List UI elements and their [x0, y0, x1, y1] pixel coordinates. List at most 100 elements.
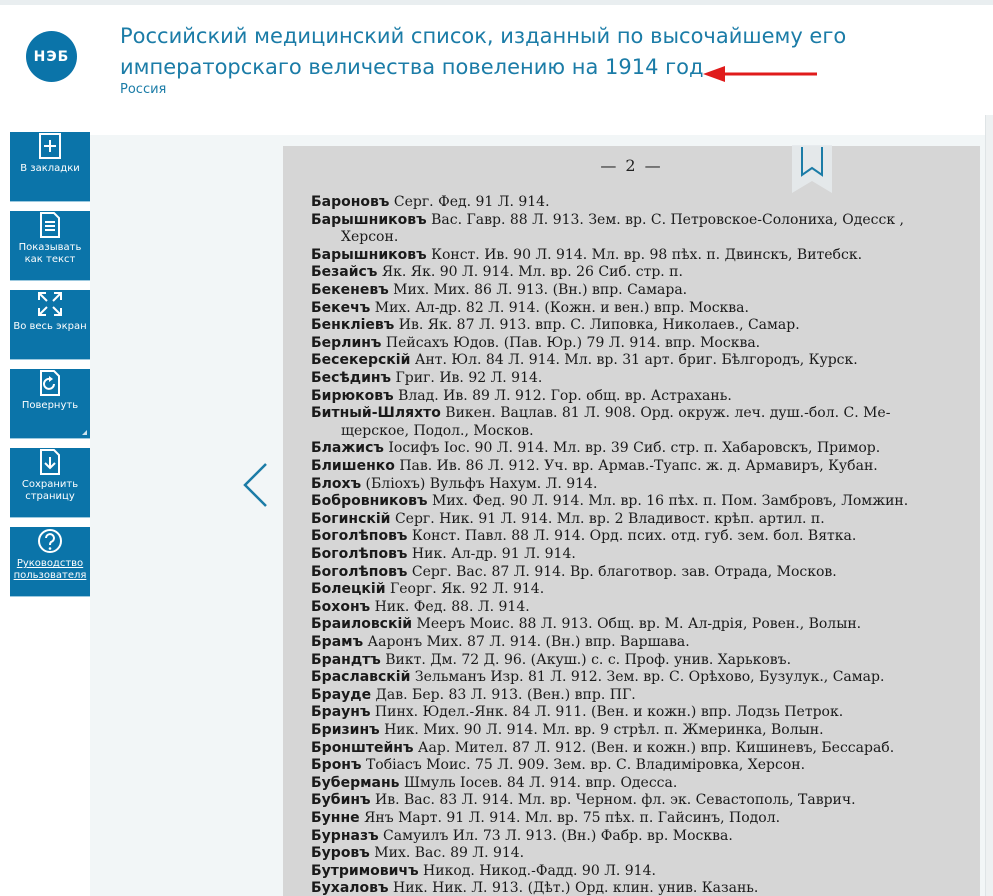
- entry-details: Влад. Ив. 89 Л. 912. Гор. общ. вр. Астра…: [393, 387, 732, 404]
- entry-surname: Бубермань: [311, 774, 400, 791]
- entry-details: Дав. Бер. 83 Л. 913. (Вен.) впр. ПГ.: [371, 686, 636, 703]
- page-bookmark-icon[interactable]: [792, 145, 832, 193]
- list-entry: Боголѣповъ Серг. Вас. 87 Л. 914. Вр. бла…: [311, 564, 837, 582]
- entry-surname: Богинскiй: [311, 510, 391, 527]
- entry-details: Самуилъ Ил. 73 Л. 913. (Вн.) Фабр. вр. М…: [378, 827, 733, 844]
- entry-surname: Брамъ: [311, 634, 364, 650]
- rotate-label: Повернуть: [21, 400, 79, 411]
- entry-details: Пейсахъ Юдов. (Пав. Юр.) 79 Л. 914. впр.…: [381, 334, 761, 351]
- user-guide-label[interactable]: Руководство пользователя: [10, 558, 90, 582]
- entry-surname: Бубинъ: [311, 792, 371, 809]
- entry-details: Серг. Фед. 91 Л. 914.: [389, 194, 550, 210]
- entry-details: Ант. Юл. 84 Л. 914. Мл. вр. 31 арт. бриг…: [410, 352, 858, 369]
- entry-surname: Бесекерскiй: [311, 352, 411, 369]
- entry-details: Ник. Фед. 88. Л. 914.: [370, 598, 530, 615]
- entry-surname: Бенклiевъ: [311, 317, 395, 334]
- bookmark-button[interactable]: В закладки: [10, 132, 90, 202]
- list-entry: Бурназъ Самуилъ Ил. 73 Л. 913. (Вн.) Фаб…: [311, 828, 733, 846]
- entry-surname: Берлинъ: [311, 334, 382, 351]
- entry-details: Iосифъ Iос. 90 Л. 914. Мл. вр. 39 Сиб. с…: [383, 440, 881, 457]
- list-entry: Блажисъ Iосифъ Iос. 90 Л. 914. Мл. вр. 3…: [311, 440, 880, 458]
- save-page-button[interactable]: Сохранить страницу: [10, 448, 90, 518]
- neb-logo[interactable]: НЭБ: [26, 31, 77, 82]
- list-entry: Бубинъ Ив. Вас. 83 Л. 914. Мл. вр. Черно…: [311, 792, 856, 810]
- entry-surname: Бекеневъ: [311, 282, 389, 298]
- rotate-button[interactable]: Повернуть: [10, 369, 90, 439]
- list-entry: Болецкiй Георг. Як. 92 Л. 914.: [311, 581, 544, 599]
- list-entry: Бесѣдинъ Григ. Ив. 92 Л. 914.: [311, 370, 542, 388]
- list-entry: Бенклiевъ Ив. Як. 87 Л. 913. впр. С. Лип…: [311, 317, 800, 335]
- entry-surname: Бронъ: [311, 757, 362, 774]
- entry-details: Григ. Ив. 92 Л. 914.: [391, 370, 543, 386]
- rotate-icon: [40, 370, 60, 396]
- viewer-scrollbar[interactable]: [985, 115, 993, 896]
- list-entry: Боголѣповъ Ник. Ал-др. 91 Л. 914.: [311, 546, 576, 564]
- bookmark-label: В закладки: [20, 163, 80, 174]
- list-entry: Берлинъ Пейсахъ Юдов. (Пав. Юр.) 79 Л. 9…: [311, 335, 760, 353]
- entry-surname: Блишенко: [311, 458, 395, 474]
- entry-details: Ник. Ал-др. 91 Л. 914.: [407, 546, 576, 562]
- entry-details: Викен. Вацлав. 81 Л. 908. Орд. окруж. ле…: [440, 405, 891, 422]
- entry-surname: Бохонъ: [311, 598, 371, 615]
- save-page-label: Сохранить страницу: [21, 479, 79, 502]
- entry-surname: Битный-Шляхто: [311, 405, 441, 422]
- bookmark-plus-icon: [39, 133, 61, 159]
- list-entry: Бароновъ Серг. Фед. 91 Л. 914.: [311, 194, 550, 212]
- entry-surname: Бароновъ: [311, 194, 390, 210]
- red-arrow-annotation: [703, 66, 817, 82]
- document-text-icon: [40, 212, 60, 238]
- fullscreen-button[interactable]: Во весь экран: [10, 290, 90, 360]
- list-entry: Блишенко Пав. Ив. 86 Л. 912. Уч. вр. Арм…: [311, 458, 878, 476]
- list-entry: Бронъ Тобiасъ Моис. 75 Л. 909. Зем. вр. …: [311, 757, 805, 775]
- download-icon: [40, 449, 60, 475]
- list-entry: Бубермань Шмуль Iосев. 84 Л. 914. впр. О…: [311, 775, 677, 793]
- entry-details: Ив. Як. 87 Л. 913. впр. С. Липовка, Нико…: [394, 317, 800, 334]
- list-entry: Богинскiй Серг. Ник. 91 Л. 914. Мл. вр. …: [311, 511, 825, 529]
- entry-details: Георг. Як. 92 Л. 914.: [385, 581, 545, 598]
- list-entry: Битный-Шляхто Викен. Вацлав. 81 Л. 908. …: [311, 405, 890, 423]
- entry-details: Мих. Ал-др. 82 Л. 914. (Кожн. и вен.) вп…: [370, 299, 749, 316]
- entry-details: Мих. Вас. 89 Л. 914.: [369, 845, 525, 862]
- entry-surname: Боголѣповъ: [311, 546, 408, 562]
- fullscreen-label: Во весь экран: [13, 321, 87, 332]
- list-entry: Брамъ Ааронъ Мих. 87 Л. 914. (Вн.) впр. …: [311, 634, 690, 652]
- entry-surname: Бунне: [311, 810, 360, 826]
- entry-surname: Бурназъ: [311, 827, 379, 844]
- entry-surname: Бутримовичъ: [311, 862, 419, 879]
- list-entry: Барышниковъ Вас. Гавр. 88 Л. 913. Зем. в…: [311, 212, 904, 230]
- entry-details: Тобiасъ Моис. 75 Л. 909. Зем. вр. С. Вла…: [361, 757, 806, 774]
- list-entry: Бризинъ Ник. Мих. 90 Л. 914. Мл. вр. 9 с…: [311, 722, 824, 740]
- entry-surname: Буровъ: [311, 845, 370, 862]
- book-country: Россия: [120, 82, 167, 97]
- entry-details: Серг. Вас. 87 Л. 914. Вр. благотвор. зав…: [407, 563, 837, 580]
- list-entry: Бухаловъ Ник. Ник. Л. 913. (Дѣт.) Орд. к…: [311, 880, 758, 896]
- previous-page-arrow-icon[interactable]: [240, 462, 270, 508]
- entry-details: (Блiохъ) Вульфъ Нахум. Л. 914.: [361, 475, 598, 492]
- entry-details: Мих. Мих. 86 Л. 913. (Вн.) впр. Самара.: [388, 282, 688, 298]
- list-entry: Бирюковъ Влад. Ив. 89 Л. 912. Гор. общ. …: [311, 388, 732, 406]
- entry-surname: Бронштейнъ: [311, 739, 414, 756]
- scanned-page: — 2 — Бароновъ Серг. Фед. 91 Л. 914. Бары…: [283, 146, 980, 896]
- entry-surname: Бризинъ: [311, 722, 380, 738]
- list-entry: Браунъ Пинх. Юдел.-Янк. 84 Л. 911. (Вен.…: [311, 704, 843, 722]
- list-entry: Бекеневъ Мих. Мих. 86 Л. 913. (Вн.) впр.…: [311, 282, 687, 300]
- header: НЭБ Российский медицинский список, издан…: [0, 5, 993, 135]
- entry-details: Шмуль Iосев. 84 Л. 914. впр. Одесса.: [399, 774, 678, 791]
- user-guide-button[interactable]: Руководство пользователя: [10, 527, 90, 597]
- entry-details: Мих. Фед. 90 Л. 914. Мл. вр. 16 пѣх. п. …: [427, 493, 909, 510]
- list-entry: Бекечъ Мих. Ал-др. 82 Л. 914. (Кожн. и в…: [311, 300, 749, 318]
- entry-details: щерское, Подол., Москов.: [341, 422, 534, 439]
- list-entry: Бобровниковъ Мих. Фед. 90 Л. 914. Мл. вр…: [311, 493, 908, 511]
- entry-surname: Блохъ: [311, 475, 362, 492]
- show-text-button[interactable]: Показывать как текст: [10, 211, 90, 281]
- entry-details: Конст. Павл. 88 Л. 914. Орд. псих. отд. …: [407, 528, 857, 545]
- list-entry: щерское, Подол., Москов.: [341, 423, 534, 441]
- list-entry: Блохъ (Блiохъ) Вульфъ Нахум. Л. 914.: [311, 476, 597, 494]
- entry-surname: Боголѣповъ: [311, 528, 408, 545]
- list-entry: Херсон.: [341, 229, 398, 247]
- entry-details: Мееръ Моис. 88 Л. 913. Общ. вр. М. Ал-др…: [412, 616, 862, 633]
- entry-details: Ник. Ник. Л. 913. (Дѣт.) Орд. клин. унив…: [388, 880, 759, 896]
- entry-surname: Браиловскiй: [311, 616, 413, 633]
- rotate-menu-indicator: [82, 430, 87, 435]
- book-title-line-1[interactable]: Российский медицинский список, изданный …: [120, 21, 860, 52]
